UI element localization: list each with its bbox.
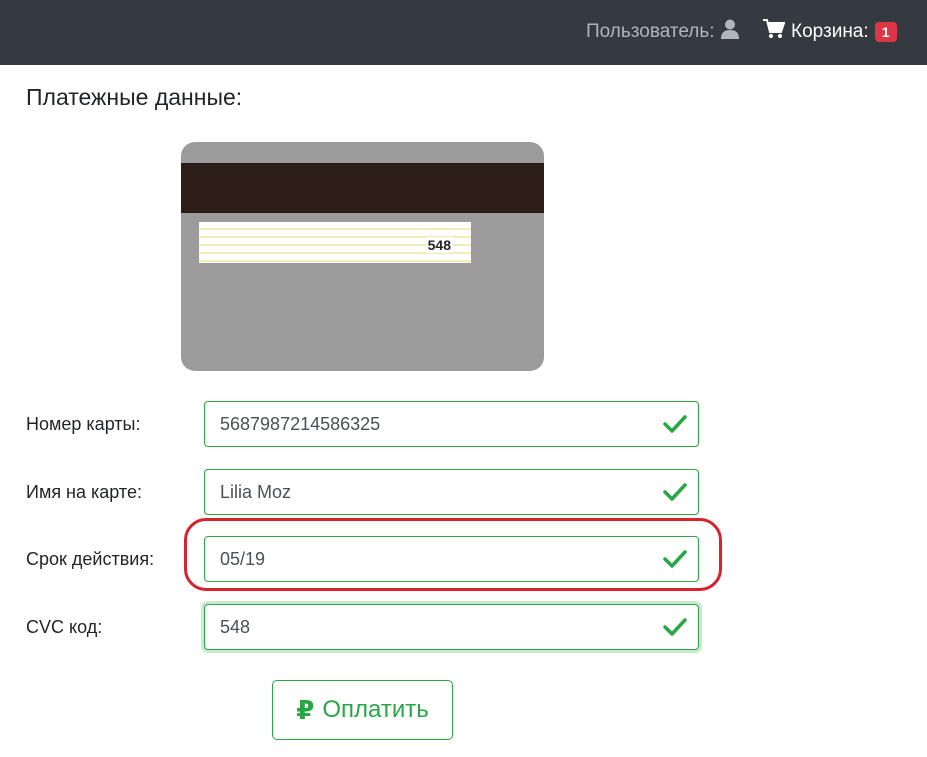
card-back-preview: 548: [181, 142, 544, 371]
cart-label: Корзина:: [791, 21, 869, 42]
expiry-row: Срок действия:: [0, 536, 927, 584]
cart-count-badge: 1: [874, 22, 897, 42]
ruble-icon: ₽: [296, 694, 315, 725]
valid-check-icon: [662, 411, 688, 437]
shopping-cart-icon: [763, 19, 786, 45]
card-name-label: Имя на карте:: [26, 482, 142, 502]
pay-button[interactable]: ₽ Оплатить: [272, 680, 453, 740]
cart-link[interactable]: Корзина: 1: [763, 19, 897, 45]
card-name-input[interactable]: [204, 469, 699, 515]
expiry-label: Срок действия:: [26, 549, 155, 569]
expiry-input[interactable]: [204, 536, 699, 582]
valid-check-icon: [662, 479, 688, 505]
valid-check-icon: [662, 614, 688, 640]
signature-strip: 548: [199, 222, 471, 263]
card-name-row: Имя на карте:: [0, 469, 927, 517]
magnetic-stripe: [181, 163, 544, 213]
user-icon: [720, 19, 739, 45]
card-number-label: Номер карты:: [26, 414, 141, 434]
cvc-row: CVC код:: [0, 604, 927, 652]
cvc-input[interactable]: [204, 604, 699, 650]
valid-check-icon: [662, 546, 688, 572]
user-menu-link[interactable]: Пользователь:: [586, 19, 739, 45]
pay-button-label: Оплатить: [322, 696, 429, 723]
page-title: Платежные данные:: [26, 84, 243, 110]
top-navbar: Пользователь: Корзина: 1: [0, 0, 927, 65]
card-number-row: Номер карты:: [0, 401, 927, 449]
cvc-label: CVC код:: [26, 617, 103, 637]
card-cvc-preview: 548: [425, 237, 453, 253]
card-number-input[interactable]: [204, 401, 699, 447]
user-label: Пользователь:: [586, 21, 715, 42]
